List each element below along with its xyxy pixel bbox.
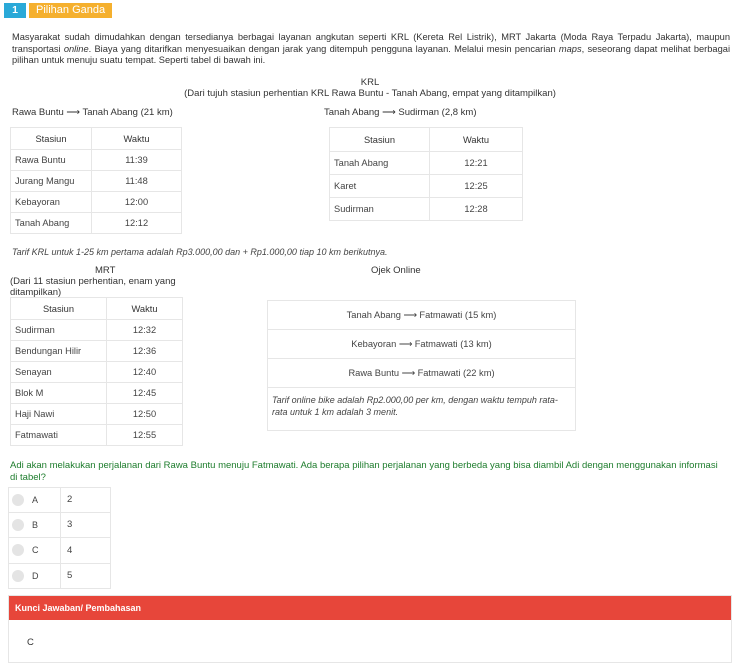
table-row: Senayan 12:40 — [10, 361, 183, 383]
station-cell: Bendungan Hilir — [10, 340, 107, 362]
table-row: Sudirman 12:28 — [329, 197, 523, 221]
station-cell: Rawa Buntu — [10, 149, 92, 171]
krl-route-1: Rawa Buntu ⟶ Tanah Abang (21 km) — [12, 107, 173, 118]
ojek-route-row: Kebayoran ⟶ Fatmawati (13 km) — [268, 330, 575, 359]
col-station-header: Stasiun — [10, 297, 107, 320]
krl-subtitle: (Dari tujuh stasiun perhentian KRL Rawa … — [184, 88, 556, 99]
time-cell: 12:32 — [106, 319, 183, 341]
option-letter: A — [32, 494, 39, 505]
radio-button[interactable] — [12, 544, 24, 557]
time-cell: 12:55 — [106, 424, 183, 446]
option-letter: D — [32, 570, 39, 581]
question-number-badge: 1 — [4, 3, 26, 18]
ojek-title: Ojek Online — [371, 265, 421, 276]
table-header-row: Stasiun Waktu — [329, 127, 523, 152]
radio-button[interactable] — [12, 518, 24, 531]
table-row: Jurang Mangu 11:48 — [10, 170, 182, 192]
time-cell: 12:45 — [106, 382, 183, 404]
time-cell: 11:48 — [91, 170, 182, 192]
option-d[interactable]: D 5 — [8, 563, 111, 589]
intro-em-maps: maps — [558, 43, 582, 54]
option-value: 3 — [67, 519, 73, 531]
time-cell: 12:28 — [429, 197, 523, 221]
question-header: 1 Pilihan Ganda — [4, 3, 113, 18]
answer-key-heading: Kunci Jawaban/ Pembahasan — [9, 596, 731, 620]
table-row: Tanah Abang 12:21 — [329, 151, 523, 175]
intro-em-online: online — [63, 43, 89, 54]
station-cell: Sudirman — [10, 319, 107, 341]
col-station-header: Stasiun — [10, 127, 92, 150]
option-a-selector: A — [9, 488, 61, 512]
radio-button[interactable] — [12, 569, 24, 582]
mrt-table: Stasiun Waktu Sudirman 12:32 Bendungan Hi… — [10, 297, 183, 446]
option-b-selector: B — [9, 512, 61, 537]
mrt-title: MRT — [95, 265, 116, 276]
time-cell: 12:50 — [106, 403, 183, 425]
station-cell: Blok M — [10, 382, 107, 404]
time-cell: 12:21 — [429, 151, 523, 175]
col-time-header: Waktu — [429, 127, 523, 152]
station-cell: Tanah Abang — [10, 212, 92, 234]
time-cell: 11:39 — [91, 149, 182, 171]
table-row: Fatmawati 12:55 — [10, 424, 183, 446]
krl-table-2: Stasiun Waktu Tanah Abang 12:21 Karet 12:2… — [329, 127, 523, 221]
time-cell: 12:40 — [106, 361, 183, 383]
krl-fare-note: Tarif KRL untuk 1-25 km pertama adalah R… — [12, 247, 388, 257]
answer-key-panel: Kunci Jawaban/ Pembahasan C — [8, 595, 732, 663]
table-row: Haji Nawi 12:50 — [10, 403, 183, 425]
table-header-row: Stasiun Waktu — [10, 127, 182, 150]
station-cell: Haji Nawi — [10, 403, 107, 425]
col-time-header: Waktu — [106, 297, 183, 320]
krl-title: KRL — [360, 77, 380, 88]
table-row: Bendungan Hilir 12:36 — [10, 340, 183, 362]
col-time-header: Waktu — [91, 127, 182, 150]
krl-table-1: Stasiun Waktu Rawa Buntu 11:39 Jurang Man… — [10, 127, 182, 234]
question-type-badge: Pilihan Ganda — [29, 3, 113, 18]
radio-button[interactable] — [12, 493, 24, 506]
table-header-row: Stasiun Waktu — [10, 297, 183, 320]
option-letter: B — [32, 519, 39, 530]
question-text: Adi akan melakukan perjalanan dari Rawa … — [10, 460, 718, 483]
ojek-route-row: Rawa Buntu ⟶ Fatmawati (22 km) — [268, 359, 575, 388]
option-value: 4 — [67, 544, 73, 556]
table-row: Karet 12:25 — [329, 174, 523, 198]
col-station-header: Stasiun — [329, 127, 430, 152]
krl-heading: KRL (Dari tujuh stasiun perhentian KRL R… — [150, 77, 590, 99]
station-cell: Sudirman — [329, 197, 430, 221]
option-d-selector: D — [9, 563, 61, 588]
ojek-fare-note: Tarif online bike adalah Rp2.000,00 per … — [272, 395, 558, 417]
time-cell: 12:12 — [91, 212, 182, 234]
table-row: Blok M 12:45 — [10, 382, 183, 404]
intro-text-2: . Biaya yang ditarifkan menyesuaikan den… — [88, 43, 559, 54]
option-c-selector: C — [9, 538, 61, 563]
option-c[interactable]: C 4 — [8, 538, 111, 564]
answer-key-value: C — [27, 637, 34, 648]
station-cell: Kebayoran — [10, 191, 92, 213]
ojek-table: Tanah Abang ⟶ Fatmawati (15 km) Kebayora… — [267, 300, 576, 431]
time-cell: 12:36 — [106, 340, 183, 362]
option-letter: C — [32, 545, 39, 556]
station-cell: Jurang Mangu — [10, 170, 92, 192]
mrt-subtitle: (Dari 11 stasiun perhentian, enam yang d… — [10, 276, 176, 298]
table-row: Sudirman 12:32 — [10, 319, 183, 341]
table-row: Tanah Abang 12:12 — [10, 212, 182, 234]
option-a[interactable]: A 2 — [8, 487, 111, 513]
table-row: Kebayoran 12:00 — [10, 191, 182, 213]
time-cell: 12:25 — [429, 174, 523, 198]
time-cell: 12:00 — [91, 191, 182, 213]
station-cell: Karet — [329, 174, 430, 198]
option-b[interactable]: B 3 — [8, 512, 111, 538]
option-value: 5 — [67, 570, 73, 582]
station-cell: Senayan — [10, 361, 107, 383]
station-cell: Tanah Abang — [329, 151, 430, 175]
table-row: Rawa Buntu 11:39 — [10, 149, 182, 171]
intro-paragraph: Masyarakat sudah dimudahkan dengan terse… — [12, 32, 730, 67]
krl-route-2: Tanah Abang ⟶ Sudirman (2,8 km) — [324, 107, 477, 118]
mrt-heading: MRT (Dari 11 stasiun perhentian, enam ya… — [10, 265, 210, 298]
option-value: 2 — [67, 494, 73, 506]
station-cell: Fatmawati — [10, 424, 107, 446]
ojek-route-row: Tanah Abang ⟶ Fatmawati (15 km) — [268, 301, 575, 330]
answer-options: A 2 B 3 C 4 D 5 — [8, 487, 111, 589]
